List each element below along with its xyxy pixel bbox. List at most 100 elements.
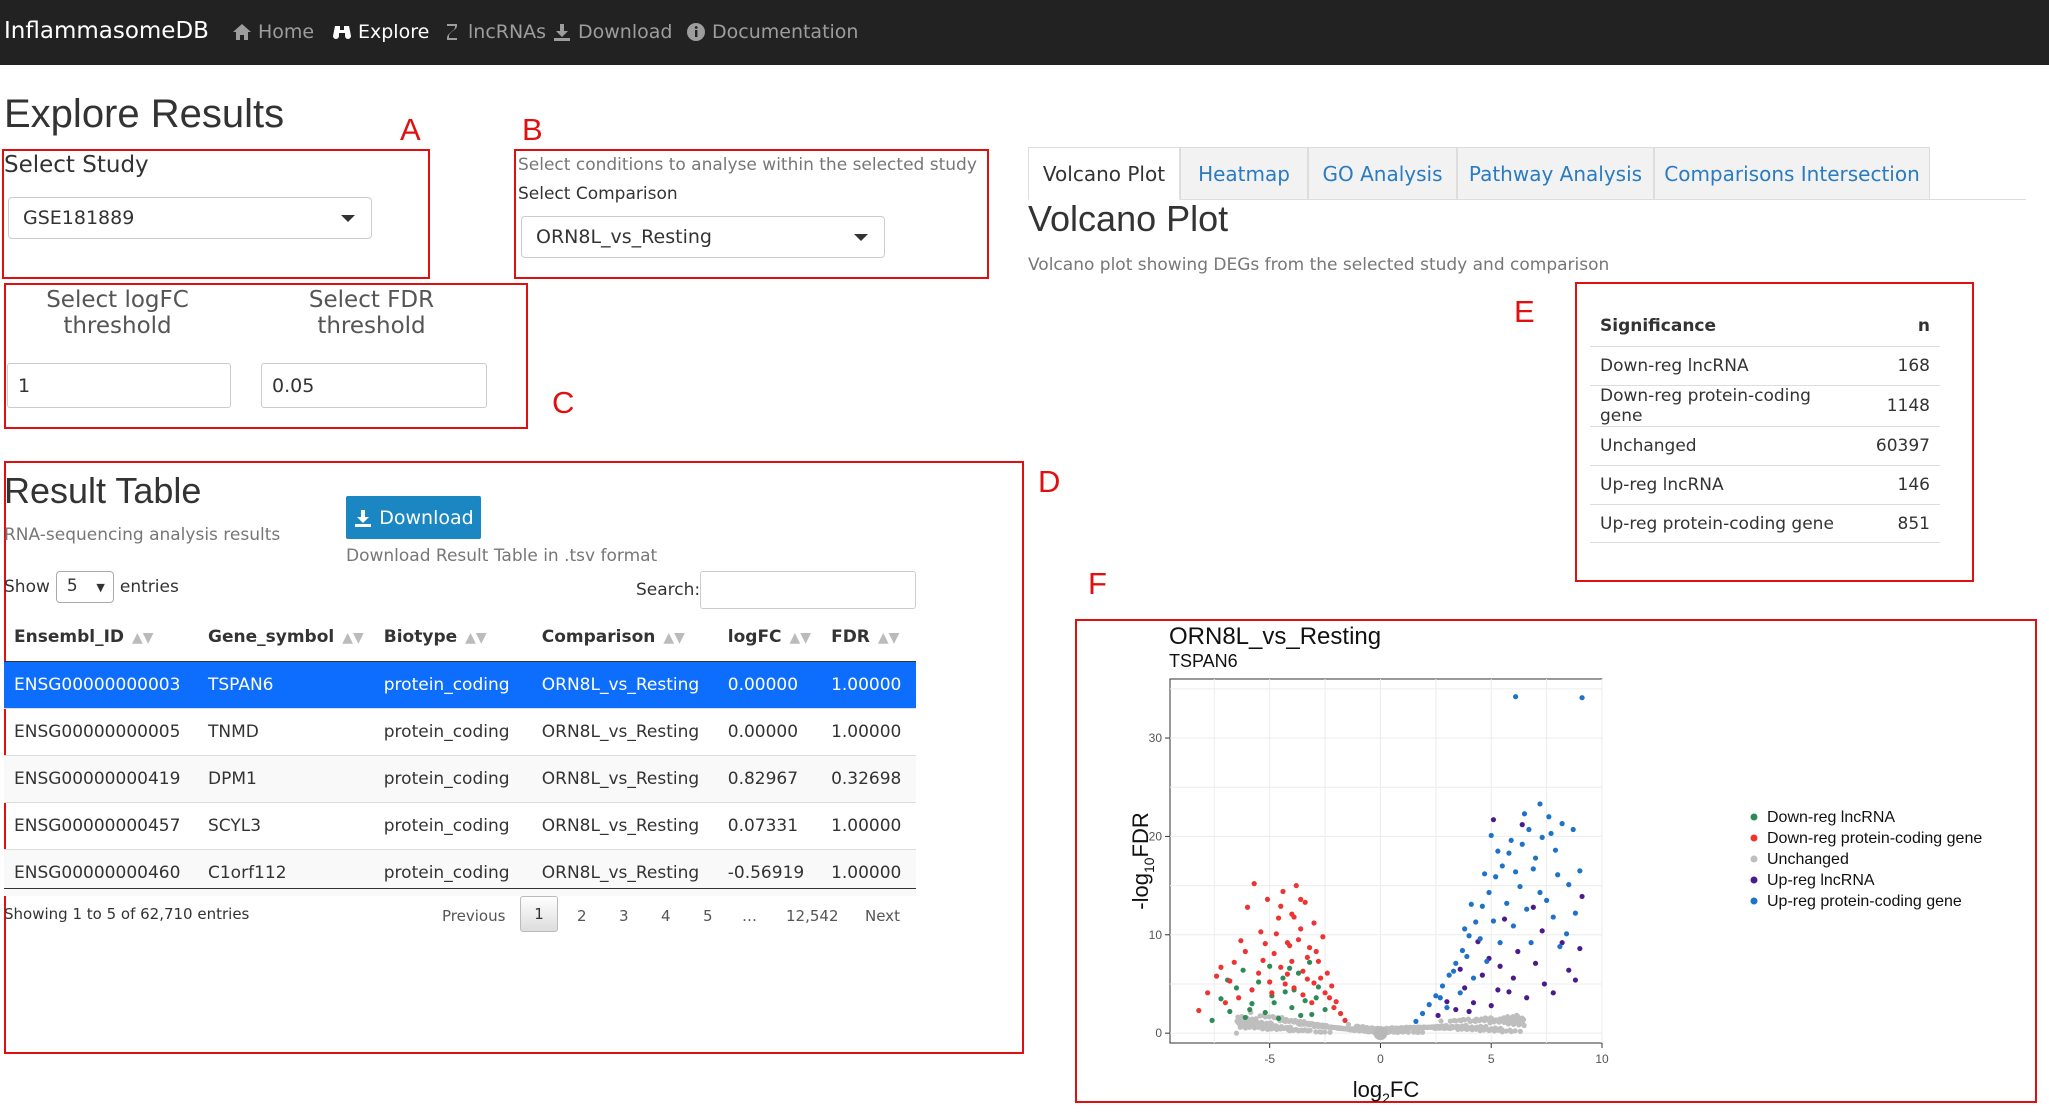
nav-download[interactable]: Download bbox=[552, 21, 672, 43]
point-up_pc bbox=[1555, 872, 1561, 878]
brand-logo[interactable]: InflammasomeDB bbox=[4, 18, 209, 44]
point-down_lncrna bbox=[1242, 1014, 1248, 1021]
tab-pathway-analysis[interactable]: Pathway Analysis bbox=[1457, 147, 1654, 200]
search-input[interactable] bbox=[700, 571, 916, 609]
result-table-title: Result Table bbox=[4, 470, 202, 511]
pagination-page[interactable]: 2 bbox=[577, 907, 587, 925]
point-unchanged bbox=[1517, 1028, 1523, 1034]
entries-select[interactable]: 5 ▼ bbox=[55, 571, 114, 603]
download-button[interactable]: Download bbox=[346, 496, 481, 539]
table-row[interactable]: ENSG00000000003 TSPAN6 protein_coding ORN8L… bbox=[4, 661, 916, 709]
point-down_lncrna bbox=[1256, 979, 1262, 985]
point-up_pc bbox=[1548, 830, 1554, 837]
legend-label: Down-reg protein-coding gene bbox=[1767, 830, 1982, 847]
tab-go-analysis[interactable]: GO Analysis bbox=[1308, 147, 1457, 200]
download-icon bbox=[554, 24, 570, 41]
point-down_pc bbox=[1304, 976, 1310, 982]
col-biotype[interactable]: Biotype ▲▼ bbox=[373, 612, 532, 662]
point-down_lncrna bbox=[1313, 995, 1319, 1001]
col-fdr[interactable]: FDR ▲▼ bbox=[821, 612, 916, 662]
point-unchanged bbox=[1457, 1024, 1463, 1030]
pagination-next[interactable]: Next bbox=[865, 907, 900, 925]
point-up_pc bbox=[1544, 897, 1550, 903]
pagination-previous[interactable]: Previous bbox=[442, 907, 505, 925]
legend-label: Up-reg protein-coding gene bbox=[1767, 893, 1962, 910]
point-up_pc bbox=[1488, 832, 1494, 839]
point-unchanged bbox=[1419, 1029, 1426, 1035]
comparison-hint: Select conditions to analyse within the … bbox=[518, 155, 977, 175]
point-down_lncrna bbox=[1306, 959, 1313, 965]
table-row[interactable]: ENSG00000000419 DPM1 protein_coding ORN8L_v… bbox=[4, 755, 916, 803]
nav-lncrnas[interactable]: lncRNAs bbox=[442, 21, 546, 43]
nav-explore[interactable]: Explore bbox=[332, 21, 429, 43]
logfc-threshold-label: Select logFC threshold bbox=[46, 287, 189, 339]
fdr-threshold-input[interactable]: 0.05 bbox=[261, 363, 487, 408]
pagination-page-last[interactable]: 12,542 bbox=[786, 907, 839, 925]
col-logfc[interactable]: logFC ▲▼ bbox=[717, 612, 822, 662]
point-up_pc bbox=[1570, 826, 1576, 833]
point-up_pc bbox=[1473, 919, 1479, 925]
pagination-page-current[interactable]: 1 bbox=[520, 896, 558, 932]
point-down_pc bbox=[1218, 964, 1224, 970]
col-ensembl-id[interactable]: Ensembl_ID ▲▼ bbox=[4, 612, 198, 662]
legend-swatch bbox=[1750, 855, 1758, 863]
table-row[interactable]: ENSG00000000005 TNMD protein_coding ORN8L_v… bbox=[4, 708, 916, 756]
legend-label: Down-reg lncRNA bbox=[1767, 809, 1895, 826]
point-up_pc bbox=[1510, 923, 1516, 929]
point-up_pc bbox=[1506, 850, 1512, 856]
annotation-b: B bbox=[522, 112, 543, 147]
point-down_pc bbox=[1264, 896, 1271, 902]
point-up_lncrna bbox=[1470, 1000, 1477, 1006]
dna-icon bbox=[447, 24, 457, 40]
table-footer-rule bbox=[4, 888, 916, 889]
legend-swatch bbox=[1750, 876, 1758, 884]
chevron-down-icon: ▼ bbox=[96, 581, 105, 594]
point-unchanged bbox=[1347, 1026, 1353, 1032]
point-up_lncrna bbox=[1479, 972, 1485, 978]
table-row[interactable]: ENSG00000000457 SCYL3 protein_coding ORN8L_… bbox=[4, 802, 916, 850]
table-row[interactable]: ENSG00000000460 C1orf112 protein_coding ORN… bbox=[4, 849, 916, 896]
point-up_pc bbox=[1470, 975, 1477, 981]
table-row: Up-reg lncRNA 146 bbox=[1590, 465, 1940, 505]
study-select[interactable]: GSE181889 bbox=[8, 197, 372, 239]
sort-icon: ▲▼ bbox=[663, 629, 685, 646]
point-up_lncrna bbox=[1541, 981, 1547, 987]
point-down_pc bbox=[1309, 1000, 1315, 1006]
point-up_lncrna bbox=[1506, 989, 1512, 995]
col-comparison[interactable]: Comparison ▲▼ bbox=[531, 612, 718, 662]
point-up_pc bbox=[1557, 943, 1563, 950]
point-up_pc bbox=[1457, 990, 1463, 996]
tab-comparisons-intersection[interactable]: Comparisons Intersection bbox=[1654, 147, 1930, 200]
result-table: Ensembl_ID ▲▼ Gene_symbol ▲▼ Biotype ▲▼ Com… bbox=[4, 612, 916, 896]
point-up_pc bbox=[1484, 958, 1490, 964]
significance-table: Significance n Down-reg lncRNA 168 Down-r… bbox=[1590, 306, 1940, 543]
col-gene-symbol[interactable]: Gene_symbol ▲▼ bbox=[198, 612, 374, 662]
point-up_pc bbox=[1413, 1018, 1419, 1024]
nav-documentation[interactable]: Documentation bbox=[686, 21, 858, 43]
point-down_pc bbox=[1298, 896, 1304, 902]
point-down_pc bbox=[1262, 941, 1268, 947]
pagination-page[interactable]: 3 bbox=[619, 907, 629, 925]
pagination-page[interactable]: 4 bbox=[661, 907, 671, 925]
point-up_pc bbox=[1550, 914, 1556, 920]
point-down_pc bbox=[1342, 1017, 1348, 1023]
point-unchanged bbox=[1521, 1022, 1527, 1029]
point-down_lncrna bbox=[1247, 1006, 1253, 1013]
point-down_pc bbox=[1291, 985, 1297, 991]
pagination-page[interactable]: 5 bbox=[703, 907, 713, 925]
fdr-threshold-label: Select FDR threshold bbox=[308, 287, 435, 339]
nav-home[interactable]: Home bbox=[232, 21, 314, 43]
point-up_pc bbox=[1490, 918, 1497, 924]
logfc-threshold-input[interactable]: 1 bbox=[7, 363, 231, 408]
point-up_pc bbox=[1477, 936, 1483, 942]
point-unchanged bbox=[1322, 1029, 1328, 1035]
tab-rule bbox=[1930, 199, 2026, 200]
y-tick-label: 30 bbox=[1149, 731, 1163, 745]
tab-volcano-plot[interactable]: Volcano Plot bbox=[1028, 147, 1180, 200]
point-up_pc bbox=[1579, 695, 1585, 701]
tab-heatmap[interactable]: Heatmap bbox=[1180, 147, 1308, 200]
point-up_pc bbox=[1466, 933, 1472, 939]
sort-icon: ▲▼ bbox=[877, 629, 900, 646]
comparison-select[interactable]: ORN8L_vs_Resting bbox=[521, 216, 885, 258]
point-down_lncrna bbox=[1309, 1011, 1315, 1018]
